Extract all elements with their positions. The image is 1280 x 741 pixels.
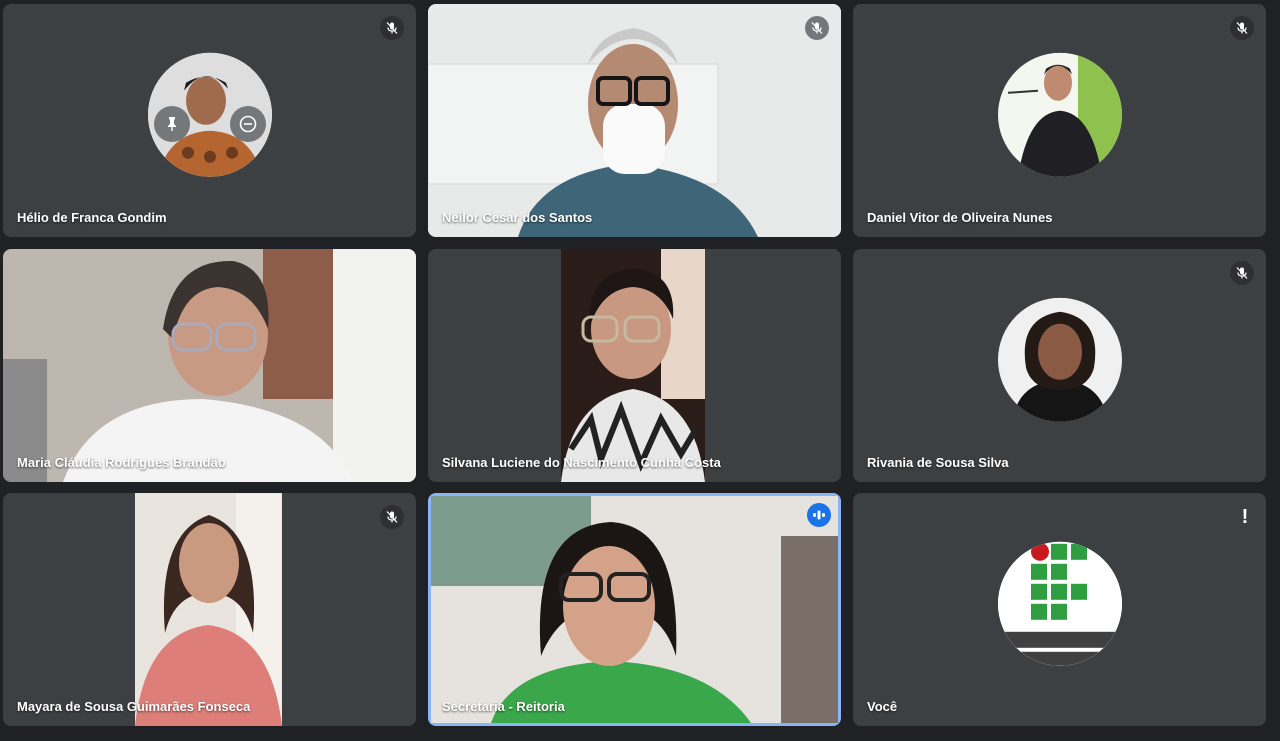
participant-name: Rivania de Sousa Silva xyxy=(867,455,1009,470)
mic-off-icon xyxy=(1236,22,1248,34)
participant-name: Maria Cláudia Rodrigues Brandão xyxy=(17,455,226,470)
participant-tile-neilor[interactable]: Neilor Cesar dos Santos xyxy=(428,4,841,237)
mic-off-icon xyxy=(386,511,398,523)
mute-indicator xyxy=(1230,16,1254,40)
video-feed xyxy=(428,4,841,237)
speaking-indicator xyxy=(807,503,831,527)
video-feed xyxy=(561,249,705,482)
participant-tile-daniel[interactable]: Daniel Vitor de Oliveira Nunes xyxy=(853,4,1266,237)
mic-off-icon xyxy=(386,22,398,34)
mic-off-icon xyxy=(811,22,823,34)
audio-level-icon xyxy=(813,510,825,520)
participant-tile-secretaria[interactable]: Secretaria - Reitoria xyxy=(428,493,841,726)
participant-tile-maria[interactable]: Maria Cláudia Rodrigues Brandão xyxy=(3,249,416,482)
participant-tile-self[interactable]: ! Você xyxy=(853,493,1266,726)
participant-name: Neilor Cesar dos Santos xyxy=(442,210,593,225)
participant-name: Daniel Vitor de Oliveira Nunes xyxy=(867,210,1053,225)
video-feed xyxy=(3,249,416,482)
remove-button[interactable] xyxy=(230,106,266,142)
video-feed xyxy=(431,496,838,723)
participant-name: Você xyxy=(867,699,898,714)
avatar xyxy=(997,297,1122,422)
mic-off-icon xyxy=(1236,267,1248,279)
pin-button[interactable] xyxy=(154,106,190,142)
pin-icon xyxy=(168,117,176,131)
avatar xyxy=(997,541,1122,666)
participant-tile-rivania[interactable]: Rivania de Sousa Silva xyxy=(853,249,1266,482)
mute-indicator xyxy=(380,505,404,529)
alert-icon[interactable]: ! xyxy=(1238,507,1252,527)
remove-icon xyxy=(239,115,257,133)
mute-indicator xyxy=(805,16,829,40)
institute-logo xyxy=(997,541,1122,666)
mute-indicator xyxy=(1230,261,1254,285)
avatar xyxy=(997,52,1122,177)
participant-grid: Hélio de Franca Gondim Neilor Cesar dos … xyxy=(0,0,1280,741)
pin-overlay xyxy=(148,104,272,144)
video-feed xyxy=(135,493,283,726)
participant-tile-helio[interactable]: Hélio de Franca Gondim xyxy=(3,4,416,237)
participant-name: Secretaria - Reitoria xyxy=(442,699,565,714)
participant-tile-silvana[interactable]: Silvana Luciene do Nascimento Cunha Cost… xyxy=(428,249,841,482)
participant-tile-mayara[interactable]: Mayara de Sousa Guimarães Fonseca xyxy=(3,493,416,726)
participant-name: Mayara de Sousa Guimarães Fonseca xyxy=(17,699,251,714)
participant-name: Hélio de Franca Gondim xyxy=(17,210,167,225)
participant-name: Silvana Luciene do Nascimento Cunha Cost… xyxy=(442,455,721,470)
mute-indicator xyxy=(380,16,404,40)
